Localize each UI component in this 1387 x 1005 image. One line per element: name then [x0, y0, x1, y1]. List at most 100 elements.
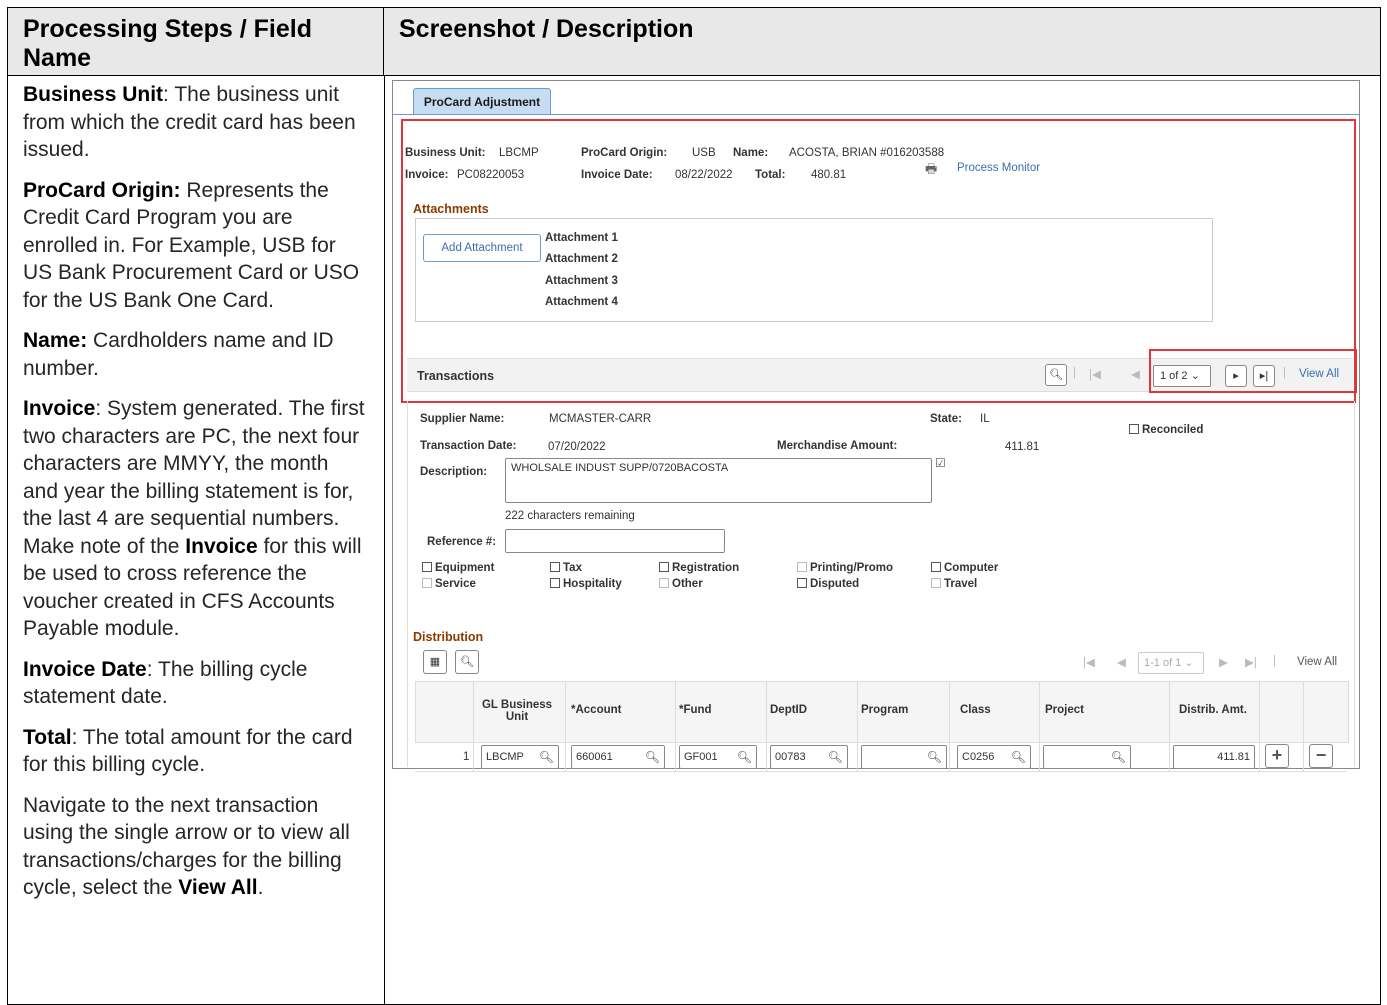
reconciled-label: Reconciled: [1142, 424, 1204, 436]
class-field[interactable]: C0256 🔍︎: [957, 745, 1031, 769]
checkbox-label: Tax: [563, 562, 582, 574]
description-label: Description:: [420, 466, 488, 478]
step-text: : The total amount for the card for this…: [23, 725, 353, 777]
term: Invoice Date: [23, 657, 147, 681]
previous-icon: ◀: [1117, 657, 1126, 669]
col-divider: [1169, 681, 1170, 771]
col-program: Program: [861, 704, 909, 716]
account-field[interactable]: 660061 🔍︎: [571, 745, 665, 769]
description-textarea[interactable]: WHOLSALE INDUST SUPP/0720BACOSTA: [505, 458, 932, 503]
field-value: C0256: [962, 751, 995, 763]
printing-checkbox: Printing/Promo: [797, 561, 893, 574]
lookup-icon[interactable]: 🔍︎: [645, 746, 660, 768]
step-text: : System generated. The first two charac…: [23, 397, 365, 558]
lookup-icon[interactable]: 🔍︎: [828, 746, 843, 768]
checkbox: [550, 561, 560, 572]
header-left-cell: Processing Steps / Field Name: [8, 8, 384, 76]
checkbox: [422, 577, 432, 588]
checkbox-label: Equipment: [435, 562, 495, 574]
disputed-checkbox[interactable]: Disputed: [797, 577, 859, 590]
checkbox: [659, 561, 669, 572]
distribution-page-select[interactable]: 1-1 of 1 ⌄: [1138, 652, 1204, 674]
characters-remaining: 222 characters remaining: [505, 510, 635, 522]
grid-bottom: [415, 771, 1347, 772]
checkbox-label: Computer: [944, 562, 999, 574]
step-total: Total: The total amount for the card for…: [23, 724, 368, 779]
reference-input[interactable]: [505, 529, 725, 553]
col-divider: [1303, 681, 1304, 771]
chevron-down-icon: ⌄: [1184, 657, 1194, 669]
distrib-amt-field[interactable]: 411.81: [1173, 745, 1255, 769]
checkbox: [797, 561, 807, 572]
equipment-checkbox[interactable]: Equipment: [422, 561, 495, 574]
col-distrib-amt: Distrib. Amt.: [1179, 704, 1247, 716]
distribution-title: Distribution: [413, 630, 484, 644]
step-navigate: Navigate to the next transaction using t…: [23, 792, 368, 902]
computer-checkbox[interactable]: Computer: [931, 561, 999, 574]
next-icon: ▶: [1219, 657, 1228, 669]
tax-checkbox[interactable]: Tax: [550, 561, 582, 574]
add-row-button[interactable]: +: [1265, 744, 1289, 768]
col-divider: [1039, 681, 1040, 771]
field-value: 411.81: [1217, 751, 1250, 763]
merchandise-amount-value: 411.81: [1005, 441, 1040, 453]
hospitality-checkbox[interactable]: Hospitality: [550, 577, 622, 590]
tab-procard-adjustment[interactable]: ProCard Adjustment: [413, 88, 551, 115]
col-gl-business-unit: GL Business Unit: [481, 699, 553, 723]
lookup-icon[interactable]: 🔍︎: [927, 746, 942, 768]
col-project: Project: [1045, 704, 1084, 716]
checkbox: [550, 577, 560, 588]
header-left-text: Processing Steps / Field Name: [23, 15, 312, 72]
header-right-text: Screenshot / Description: [399, 15, 694, 43]
distribution-view-all-link[interactable]: View All: [1297, 656, 1337, 668]
col-divider: [857, 681, 858, 771]
description-value: WHOLSALE INDUST SUPP/0720BACOSTA: [511, 462, 729, 474]
lookup-icon[interactable]: 🔍︎: [737, 746, 752, 768]
deptid-field[interactable]: 00783 🔍︎: [770, 745, 848, 769]
last-icon: ▶|: [1245, 657, 1257, 669]
gl-business-unit-field[interactable]: LBCMP 🔍︎: [481, 745, 559, 769]
procard-screenshot: ProCard Adjustment Business Unit: LBCMP …: [392, 80, 1360, 772]
term: ProCard Origin:: [23, 178, 181, 202]
search-icon[interactable]: 🔍︎: [455, 650, 479, 674]
lookup-icon[interactable]: 🔍︎: [1011, 746, 1026, 768]
col-divider: [766, 681, 767, 771]
fund-field[interactable]: GF001 🔍︎: [679, 745, 757, 769]
step-name: Name: Cardholders name and ID number.: [23, 327, 368, 382]
field-value: LBCMP: [486, 751, 524, 763]
checkbox-label: Hospitality: [563, 578, 622, 590]
checkbox-label: Other: [672, 578, 703, 590]
step-procard-origin: ProCard Origin: Represents the Credit Ca…: [23, 177, 368, 315]
merchandise-amount-label: Merchandise Amount:: [777, 440, 898, 452]
checkbox: [931, 561, 941, 572]
checkbox: [797, 577, 807, 588]
col-account: *Account: [571, 704, 622, 716]
state-label: State:: [930, 413, 962, 425]
delete-row-button[interactable]: −: [1309, 744, 1333, 768]
first-icon: |◀: [1083, 657, 1095, 669]
term: Invoice: [185, 534, 258, 558]
term: Total: [23, 725, 72, 749]
reconciled-checkbox[interactable]: Reconciled: [1129, 423, 1204, 436]
transaction-date-value: 07/20/2022: [548, 441, 606, 453]
col-divider: [675, 681, 676, 771]
travel-checkbox: Travel: [931, 577, 977, 590]
col-deptid: DeptID: [770, 704, 808, 716]
spellcheck-icon[interactable]: ☑: [935, 456, 946, 470]
column-divider: [384, 76, 385, 1004]
project-field[interactable]: 🔍︎: [1043, 745, 1131, 769]
program-field[interactable]: 🔍︎: [861, 745, 947, 769]
lookup-icon[interactable]: 🔍︎: [539, 746, 554, 768]
registration-checkbox[interactable]: Registration: [659, 561, 739, 574]
highlight-pager: [1149, 349, 1357, 393]
lookup-icon[interactable]: 🔍︎: [1111, 746, 1126, 768]
col-divider: [473, 681, 474, 771]
field-value: 00783: [775, 751, 806, 763]
term: Invoice: [23, 397, 96, 420]
grid-personalize-icon[interactable]: ▦: [423, 650, 447, 674]
supplier-label: Supplier Name:: [420, 413, 505, 425]
col-divider: [565, 681, 566, 771]
col-class: Class: [960, 704, 991, 716]
row-number: 1: [463, 751, 470, 763]
col-fund: *Fund: [679, 704, 712, 716]
